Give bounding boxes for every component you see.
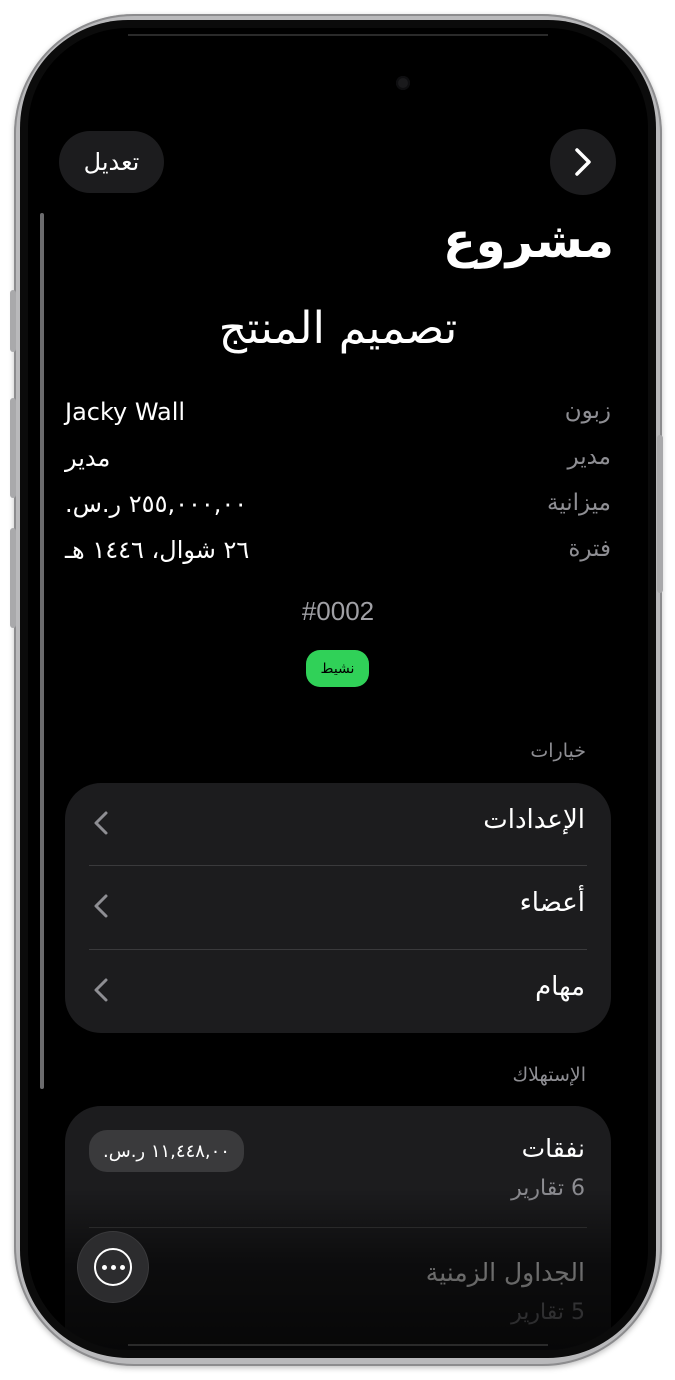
budget-value: ٢٥٥,٠٠٠,٠٠ ر.س.	[65, 490, 248, 518]
info-row-manager: مدير مدير	[65, 444, 611, 478]
screen: تعديل مشروع تصميم المنتج زبون Jacky Wall…	[28, 28, 648, 1350]
budget-label: ميزانية	[546, 490, 611, 516]
divider	[128, 1344, 548, 1346]
chevron-left-icon	[94, 811, 108, 835]
back-button[interactable]	[550, 129, 616, 195]
chevron-right-icon	[575, 148, 591, 176]
camera	[396, 76, 410, 90]
manager-label: مدير	[567, 444, 611, 470]
menu-item-settings[interactable]: الإعدادات	[65, 783, 611, 867]
usage-item-timesheets[interactable]: الجداول الزمنية 5 تقارير 0	[65, 1228, 611, 1350]
info-row-period: فترة ٢٦ شوال، ١٤٤٦ هـ	[65, 536, 611, 570]
client-label: زبون	[564, 398, 611, 424]
menu-item-label: الإعدادات	[483, 805, 585, 835]
info-row-client: زبون Jacky Wall	[65, 398, 611, 432]
chevron-left-icon	[94, 978, 108, 1002]
menu-item-tasks[interactable]: مهام	[65, 950, 611, 1033]
usage-item-subtitle: 5 تقارير	[511, 1300, 585, 1325]
client-value: Jacky Wall	[65, 398, 186, 426]
menu-item-label: مهام	[535, 972, 585, 1002]
status-badge: نشيط	[306, 650, 369, 687]
options-card: الإعدادات أعضاء مهام	[65, 783, 611, 1033]
project-id: #0002	[301, 596, 375, 626]
menu-item-members[interactable]: أعضاء	[65, 866, 611, 950]
side-button	[10, 290, 16, 352]
divider	[128, 34, 548, 36]
period-value: ٢٦ شوال، ١٤٤٦ هـ	[65, 536, 250, 564]
menu-item-label: أعضاء	[519, 888, 585, 918]
usage-card: نفقات 6 تقارير ١١,٤٤٨,٠٠ ر.س. الجداول ال…	[65, 1106, 611, 1350]
options-section-header: خيارات	[530, 740, 586, 762]
side-button	[10, 398, 16, 498]
usage-section-header: الإستهلاك	[512, 1064, 586, 1086]
usage-item-title: الجداول الزمنية	[425, 1258, 585, 1287]
amount-badge: ١١,٤٤٨,٠٠ ر.س.	[89, 1130, 244, 1172]
side-button	[657, 435, 663, 593]
usage-item-title: نفقات	[521, 1134, 585, 1163]
chevron-left-icon	[94, 894, 108, 918]
edit-button[interactable]: تعديل	[59, 131, 164, 193]
usage-item-subtitle: 6 تقارير	[511, 1176, 585, 1201]
info-row-budget: ميزانية ٢٥٥,٠٠٠,٠٠ ر.س.	[65, 490, 611, 524]
usage-item-expenses[interactable]: نفقات 6 تقارير ١١,٤٤٨,٠٠ ر.س.	[65, 1106, 611, 1228]
project-name: تصميم المنتج	[218, 303, 458, 354]
more-icon	[94, 1248, 132, 1286]
side-button	[10, 528, 16, 628]
more-button[interactable]	[78, 1232, 148, 1302]
manager-value: مدير	[65, 444, 111, 472]
page-title: مشروع	[442, 213, 614, 269]
period-label: فترة	[568, 536, 611, 562]
